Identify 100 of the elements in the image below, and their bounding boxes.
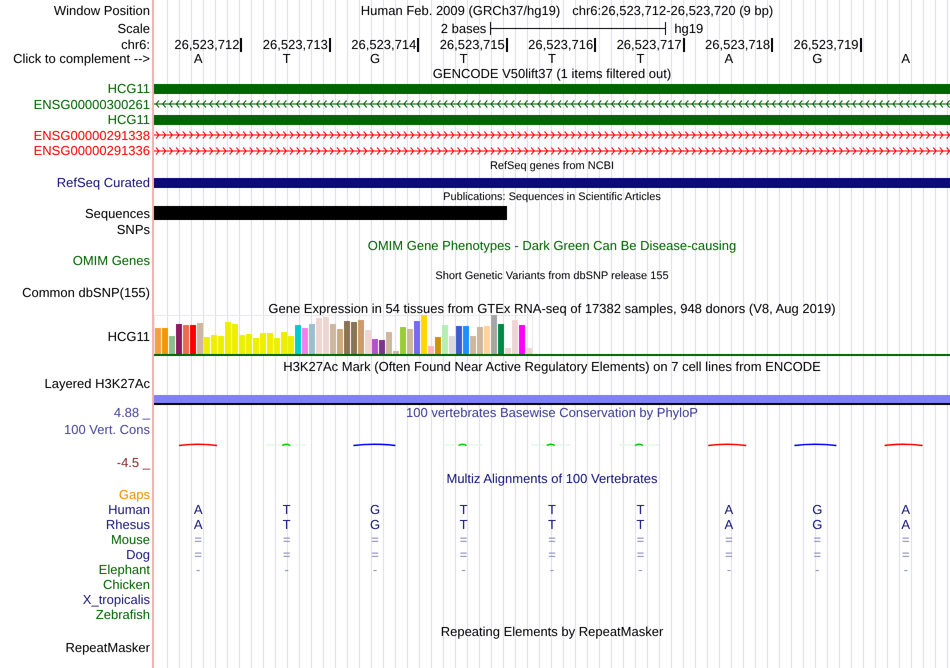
gene-strand-drawing[interactable] <box>154 146 950 156</box>
track-title: OMIM Gene Phenotypes - Dark Green Can Be Disease-causing <box>368 238 736 252</box>
alignment-base: = <box>282 548 290 561</box>
track-label: Gaps <box>118 488 150 501</box>
alignment-base: = <box>548 533 556 546</box>
track-label: HCG11 <box>108 330 150 342</box>
track-label: Scale <box>117 22 150 35</box>
alignment-base: = <box>725 533 733 546</box>
alignment-base: - <box>815 563 820 576</box>
base-letter[interactable]: G <box>370 52 380 65</box>
alignment-base: T <box>460 503 468 516</box>
alignment-base: = <box>636 548 644 561</box>
alignment-base: G <box>812 518 822 531</box>
alignment-base: G <box>370 503 380 516</box>
alignment-base: T <box>548 518 556 531</box>
alignment-base: = <box>460 533 468 546</box>
scale-length: 2 bases <box>440 22 486 35</box>
alignment-base: A <box>194 518 203 531</box>
base-letter[interactable]: T <box>636 52 644 65</box>
species-label: Dog <box>126 548 150 561</box>
position-title: chr6:26,523,712-26,523,720 (9 bp) <box>572 4 774 16</box>
alignment-base: = <box>814 533 822 546</box>
axis-min-label: -4.5 _ <box>116 456 150 469</box>
alignment-base: = <box>725 548 733 561</box>
alignment-base: A <box>194 503 203 516</box>
species-label: Zebrafish <box>96 608 150 621</box>
track-label: Click to complement --> <box>13 52 150 65</box>
track-title: Multiz Alignments of 100 Vertebrates <box>446 472 658 485</box>
position-tick: 26,523,714 <box>351 38 420 52</box>
alignment-base: G <box>370 518 380 531</box>
base-letter[interactable]: A <box>194 52 203 65</box>
position-tick: 26,523,717 <box>616 38 685 52</box>
track-label: RefSeq Curated <box>56 176 150 189</box>
base-letter[interactable]: T <box>460 52 468 65</box>
alignment-base: G <box>812 503 822 516</box>
species-label: Rhesus <box>106 518 150 531</box>
gene-block[interactable] <box>154 114 950 124</box>
alignment-base: T <box>460 518 468 531</box>
track-label: 100 Vert. Cons <box>64 423 150 436</box>
alignment-base: - <box>550 563 554 576</box>
alignment-base: A <box>901 503 910 516</box>
expression-bar-chart-drawing[interactable] <box>154 315 533 354</box>
gene-block[interactable] <box>154 84 950 94</box>
species-label: Human <box>108 503 150 516</box>
assembly-title: Human Feb. 2009 (GRCh37/hg19) <box>360 4 560 16</box>
alignment-base: T <box>282 518 291 531</box>
gene-strand-drawing[interactable] <box>154 99 950 109</box>
alignment-base: = <box>460 548 468 561</box>
base-letter[interactable]: A <box>901 52 910 65</box>
gene-label: ENSG00000291338 <box>34 128 150 142</box>
alignment-base: T <box>282 503 291 516</box>
position-tick: 26,523,713 <box>262 38 331 52</box>
alignment-base: - <box>372 563 378 576</box>
alignment-base: = <box>902 533 910 546</box>
species-label: Elephant <box>98 563 150 576</box>
species-label: X_tropicalis <box>82 593 150 606</box>
species-label: Chicken <box>103 578 150 591</box>
track-title: GENCODE V50lift37 (1 items filtered out) <box>432 66 672 80</box>
track-title: Gene Expression in 54 tissues from GTEx RNA-seq of 17382 samples, 948 donors (V8, Aug 2019) <box>268 302 836 314</box>
track-title: Short Genetic Variants from dbSNP release 155 <box>435 270 669 282</box>
track-label: Window Position <box>54 4 150 16</box>
track-title: Publications: Sequences in Scientific Articles <box>443 192 661 203</box>
alignment-base: - <box>904 563 908 576</box>
position-tick: 26,523,718 <box>705 38 774 52</box>
alignment-base: = <box>371 533 379 546</box>
base-letter[interactable]: T <box>548 52 556 65</box>
alignment-base: A <box>724 503 734 516</box>
position-tick: 26,523,712 <box>174 38 242 52</box>
alignment-base: - <box>196 563 200 576</box>
alignment-base: = <box>814 548 822 561</box>
alignment-base: = <box>636 533 644 546</box>
track-label: Layered H3K27Ac <box>44 377 150 390</box>
base-letter[interactable]: G <box>812 52 822 65</box>
base-letter[interactable]: T <box>282 52 291 65</box>
alignment-base: - <box>461 563 466 576</box>
gene-label: ENSG00000291336 <box>34 144 150 157</box>
base-letter[interactable]: A <box>724 52 734 65</box>
track-title: H3K27Ac Mark (Often Found Near Active Regulatory Elements) on 7 cell lines from ENCODE <box>283 360 821 373</box>
gene-label: ENSG00000300261 <box>34 98 150 110</box>
alignment-base: - <box>726 563 732 576</box>
scale-assembly: hg19 <box>673 22 704 35</box>
alignment-base: - <box>638 563 643 576</box>
track-label: chr6: <box>121 38 150 51</box>
track-label: RepeatMasker <box>65 640 150 654</box>
alignment-base: = <box>902 548 910 561</box>
alignment-base: = <box>282 533 290 546</box>
alignment-base: A <box>724 518 734 531</box>
alignment-base: A <box>901 518 910 531</box>
alignment-base: = <box>194 533 202 546</box>
position-tick: 26,523,715 <box>440 38 508 52</box>
position-tick: 26,523,719 <box>793 38 862 52</box>
species-label: Mouse <box>110 533 150 546</box>
gene-label: HCG11 <box>108 82 150 95</box>
position-tick: 26,523,716 <box>528 38 596 52</box>
track-label: Common dbSNP(155) <box>22 286 150 298</box>
track-title: RefSeq genes from NCBI <box>490 161 614 172</box>
alignment-base: T <box>636 503 644 516</box>
signal-bar[interactable] <box>154 395 950 405</box>
alignment-base: = <box>194 548 202 561</box>
gene-block[interactable] <box>154 178 950 188</box>
